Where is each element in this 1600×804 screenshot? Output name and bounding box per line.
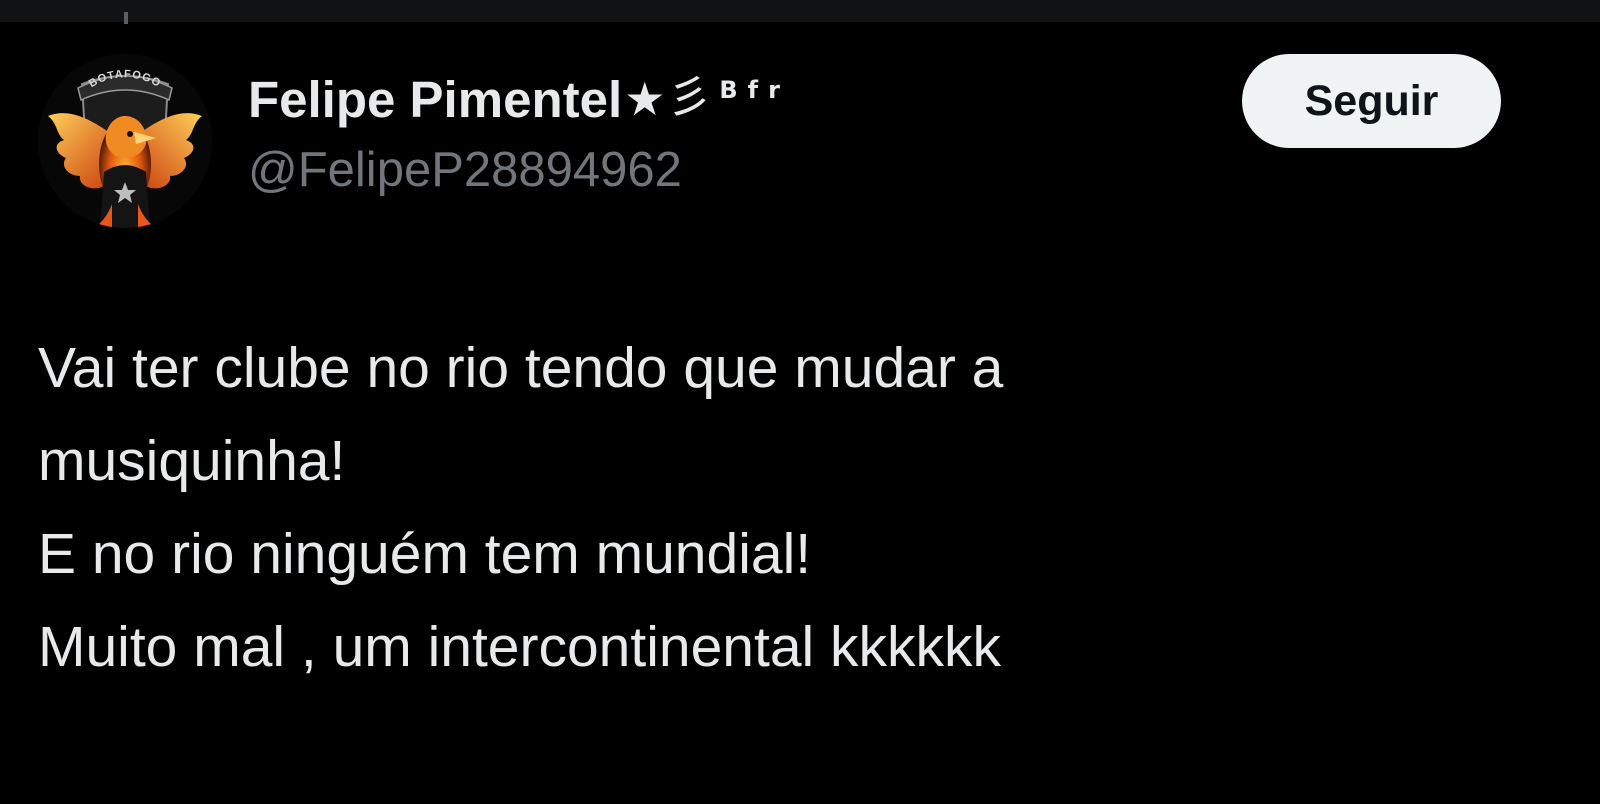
tweet-text-line: musiquinha! xyxy=(38,429,346,493)
author-name-text: Felipe Pimentel xyxy=(248,71,623,128)
tweet-text: Vai ter clube no rio tendo que mudar a m… xyxy=(38,336,1438,679)
avatar[interactable]: BOTAFOGO xyxy=(38,54,212,228)
waves-icon: 彡 xyxy=(667,72,712,123)
star-icon: ★ xyxy=(624,72,666,126)
top-strip-mark xyxy=(124,12,128,24)
tweet-text-line: Vai ter clube no rio tendo que mudar a xyxy=(38,336,1004,400)
author-handle[interactable]: @FelipeP28894962 xyxy=(248,146,682,195)
phoenix-avatar-icon: BOTAFOGO xyxy=(38,54,212,228)
author-name-superscript: Bfr xyxy=(719,76,790,104)
tweet-text-line: E no rio ninguém tem mundial! xyxy=(38,522,812,586)
tweet-text-line: Muito mal , um intercontinental kkkkkk xyxy=(38,615,1002,679)
follow-button[interactable]: Seguir xyxy=(1242,54,1501,148)
author-display-name[interactable]: Felipe Pimentel ★ 彡 Bfr xyxy=(248,74,790,125)
top-strip xyxy=(0,0,1600,24)
